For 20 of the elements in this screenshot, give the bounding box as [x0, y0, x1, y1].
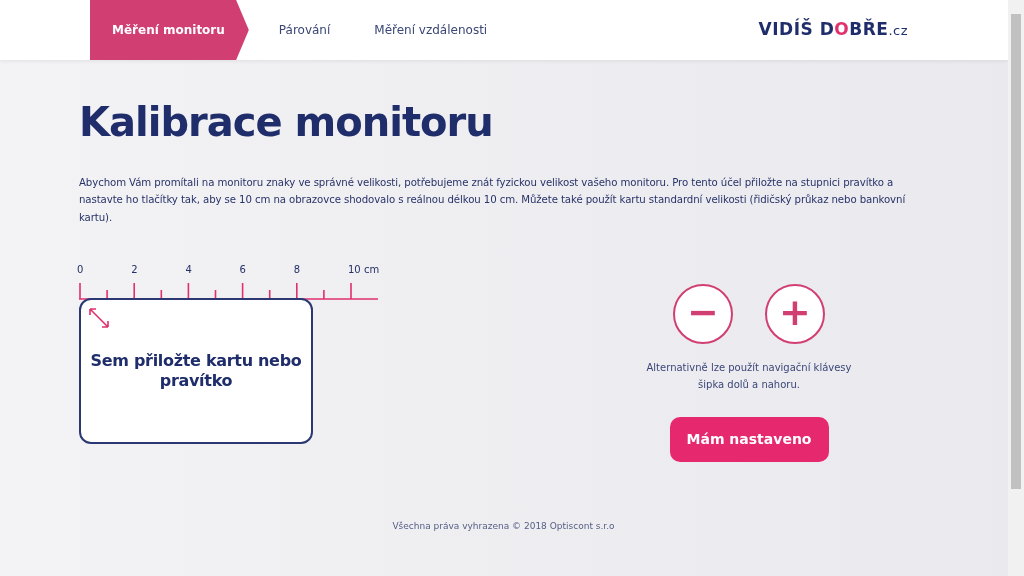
keyboard-hint: Alternativně lze použít navigační klávesy šipka dolů a nahoru.: [645, 361, 853, 392]
page-title: Kalibrace monitoru: [79, 100, 494, 144]
footer-text: Všechna práva vyhrazena © 2018 Optiscont s.r.o: [391, 520, 616, 534]
card-instruction: Sem přiložte kartu nebo pravítko: [89, 351, 303, 392]
logo[interactable]: VIDÍŠ DOBŘE.cz: [758, 17, 908, 43]
resize-arrow-icon: [87, 306, 111, 331]
increase-button[interactable]: +: [765, 284, 825, 345]
nav-tab[interactable]: Měření vzdálenosti: [360, 0, 502, 60]
decrease-button[interactable]: −: [673, 284, 733, 345]
ruler-label: 4: [185, 263, 192, 278]
ruler-label: 10 cm: [348, 263, 380, 278]
instructions-paragraph: Abychom Vám promítali na monitoru znaky ve správné velikosti, potřebujeme znát fyzickou velikost vašeho monitoru. Pro tento účel přiložte na stupnici pravítko a nastavte ho tlačítky tak, aby se 10 cm na obrazovce shodovalo s reálnou délkou 10 cm. Můžete také použít kartu standardní velikosti (řidičský průkaz nebo bankovní kartu).: [79, 176, 907, 225]
nav-tab[interactable]: Párování: [264, 0, 345, 60]
ruler-label: 0: [77, 263, 84, 278]
ruler-label: 2: [131, 263, 138, 278]
confirm-button[interactable]: Mám nastaveno: [669, 417, 829, 463]
scrollbar[interactable]: [1008, 0, 1024, 576]
ruler-label: 6: [239, 263, 246, 278]
ruler-label: 8: [293, 263, 301, 278]
nav-tab[interactable]: Měření monitoru: [90, 0, 249, 60]
